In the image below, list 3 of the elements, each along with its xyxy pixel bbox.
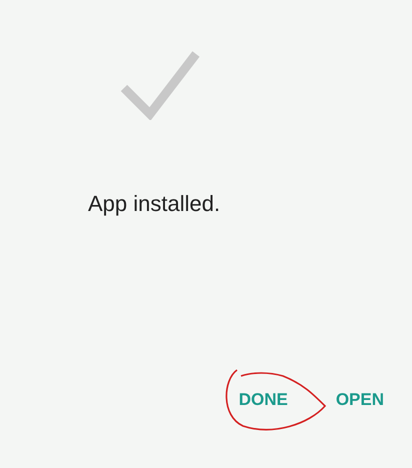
done-button[interactable]: DONE — [234, 384, 292, 416]
open-button[interactable]: OPEN — [332, 384, 388, 416]
status-message: App installed. — [88, 190, 222, 218]
